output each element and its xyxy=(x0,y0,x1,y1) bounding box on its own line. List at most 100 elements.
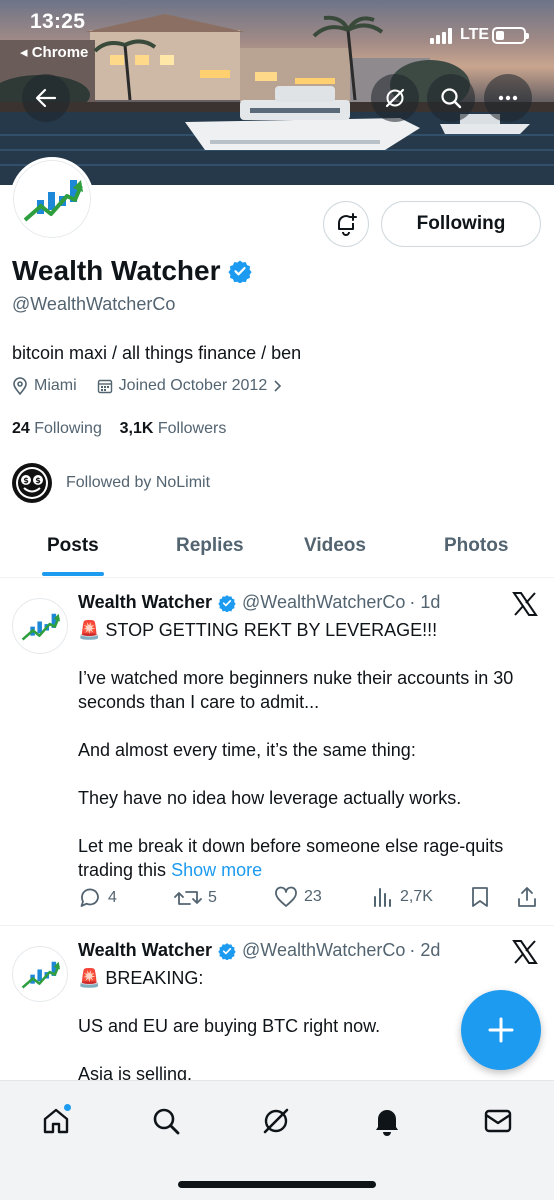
smiley-dollar-icon: $ $ xyxy=(16,467,48,499)
wealth-watcher-logo xyxy=(21,961,60,989)
location: Miami xyxy=(12,377,77,395)
share-button[interactable] xyxy=(516,886,538,908)
nav-grok[interactable] xyxy=(256,1101,296,1141)
post-text-line: And almost every time, it’s the same thi… xyxy=(78,740,416,760)
views-icon xyxy=(374,888,391,907)
post-handle: @WealthWatcherCo xyxy=(242,940,406,960)
nav-home[interactable] xyxy=(36,1101,76,1141)
following-count-link[interactable]: 24 Following xyxy=(12,420,102,437)
verified-badge-icon[interactable] xyxy=(228,259,253,283)
notify-button[interactable] xyxy=(323,201,369,247)
share-icon xyxy=(518,887,536,907)
post-text-line: 🚨 BREAKING: xyxy=(78,968,204,988)
post-avatar[interactable] xyxy=(12,946,68,1002)
repost-count: 5 xyxy=(208,889,217,906)
nav-notifications[interactable] xyxy=(367,1101,407,1141)
x-logo-icon xyxy=(512,940,538,964)
profile-bio: bitcoin maxi / all things finance / ben xyxy=(12,343,302,363)
post-text-line: 🚨 STOP GETTING REKT BY LEVERAGE!!! xyxy=(78,620,438,640)
profile-meta: Miami Joined October 2012 xyxy=(12,377,303,395)
back-to-app-link[interactable]: ◂ Chrome xyxy=(20,43,88,61)
bell-icon xyxy=(376,1110,398,1136)
back-button[interactable] xyxy=(22,74,70,122)
profile-tabs: Posts Replies Videos Photos xyxy=(0,516,554,578)
follow-counts: 24 Following 3,1K Followers xyxy=(12,420,226,438)
heart-icon xyxy=(275,886,297,907)
svg-text:$: $ xyxy=(35,476,41,485)
location-text: Miami xyxy=(34,377,77,394)
compose-button[interactable] xyxy=(461,990,541,1070)
profile-name: Wealth Watcher xyxy=(12,255,221,286)
notification-dot xyxy=(63,1103,72,1112)
profile-banner: 13:25 ◂ Chrome LTE xyxy=(0,0,554,185)
verified-badge-icon xyxy=(218,942,236,960)
post-actions: 4 5 23 2,7K xyxy=(78,886,548,910)
status-time: 13:25 xyxy=(30,10,86,33)
post-time: · 2d xyxy=(409,940,441,960)
search-icon xyxy=(441,88,462,109)
joined-date[interactable]: Joined October 2012 xyxy=(97,377,284,395)
post-header: Wealth Watcher @WealthWatcherCo · 1d xyxy=(78,592,440,613)
following-button[interactable]: Following xyxy=(381,201,541,247)
x-logo-icon xyxy=(512,592,538,616)
mail-icon xyxy=(484,1109,512,1133)
post-time: · 1d xyxy=(409,592,441,612)
plus-icon xyxy=(488,1017,514,1043)
status-bar: 13:25 ◂ Chrome LTE xyxy=(0,0,554,70)
search-icon xyxy=(153,1108,180,1135)
tab-posts[interactable]: Posts xyxy=(47,535,99,557)
followers-count: 3,1K xyxy=(119,420,154,437)
bookmark-button[interactable] xyxy=(470,886,490,908)
post-handle: @WealthWatcherCo xyxy=(242,592,406,612)
tab-videos[interactable]: Videos xyxy=(304,535,366,557)
bell-plus-icon xyxy=(338,213,357,236)
post[interactable]: Wealth Watcher @WealthWatcherCo · 1d 🚨 S… xyxy=(0,578,554,926)
grok-icon xyxy=(385,88,405,108)
post-avatar[interactable] xyxy=(12,598,68,654)
show-more-link[interactable]: Show more xyxy=(171,860,262,880)
tab-replies[interactable]: Replies xyxy=(176,535,244,557)
followers-label: Followers xyxy=(157,420,227,437)
svg-text:$: $ xyxy=(23,476,29,485)
post-text-line: They have no idea how leverage actually … xyxy=(78,788,462,808)
following-label: Following xyxy=(34,420,102,437)
profile-name-row: Wealth Watcher xyxy=(12,255,253,287)
battery-icon xyxy=(492,27,529,44)
tab-active-indicator xyxy=(42,572,104,576)
bookmark-icon xyxy=(472,887,488,907)
grok-button[interactable] xyxy=(371,74,419,122)
home-indicator xyxy=(178,1181,376,1188)
profile-handle: @WealthWatcherCo xyxy=(12,294,176,314)
reply-count: 4 xyxy=(108,889,117,906)
chevron-right-icon xyxy=(274,380,282,392)
profile-avatar[interactable] xyxy=(10,157,94,241)
views-count: 2,7K xyxy=(400,888,433,905)
post-author[interactable]: Wealth Watcher xyxy=(78,592,212,613)
network-label: LTE xyxy=(460,26,490,43)
more-icon xyxy=(498,95,518,101)
like-button[interactable]: 23 xyxy=(274,886,322,908)
location-pin-icon xyxy=(13,377,27,395)
reply-button[interactable]: 4 xyxy=(78,886,117,910)
followers-count-link[interactable]: 3,1K Followers xyxy=(120,420,227,437)
nav-messages[interactable] xyxy=(478,1101,518,1141)
search-button[interactable] xyxy=(427,74,475,122)
follower-avatar: $ $ xyxy=(12,463,52,503)
wealth-watcher-logo xyxy=(23,180,83,222)
repost-icon xyxy=(174,891,202,905)
followed-by[interactable]: $ $ Followed by NoLimit xyxy=(12,463,210,503)
reply-icon xyxy=(80,888,99,907)
following-count: 24 xyxy=(12,420,30,437)
post-header: Wealth Watcher @WealthWatcherCo · 2d xyxy=(78,940,440,961)
views-button[interactable]: 2,7K xyxy=(372,886,433,908)
calendar-icon xyxy=(97,379,112,394)
more-button[interactable] xyxy=(484,74,532,122)
tab-photos[interactable]: Photos xyxy=(444,535,508,557)
verified-badge-icon xyxy=(218,594,236,612)
post-body: 🚨 STOP GETTING REKT BY LEVERAGE!!! I’ve … xyxy=(78,618,546,882)
post-author[interactable]: Wealth Watcher xyxy=(78,940,212,961)
post-text-line: Let me break it down before someone else… xyxy=(78,836,504,880)
nav-search[interactable] xyxy=(146,1101,186,1141)
followed-by-text: Followed by NoLimit xyxy=(66,474,211,491)
repost-button[interactable]: 5 xyxy=(174,886,217,910)
